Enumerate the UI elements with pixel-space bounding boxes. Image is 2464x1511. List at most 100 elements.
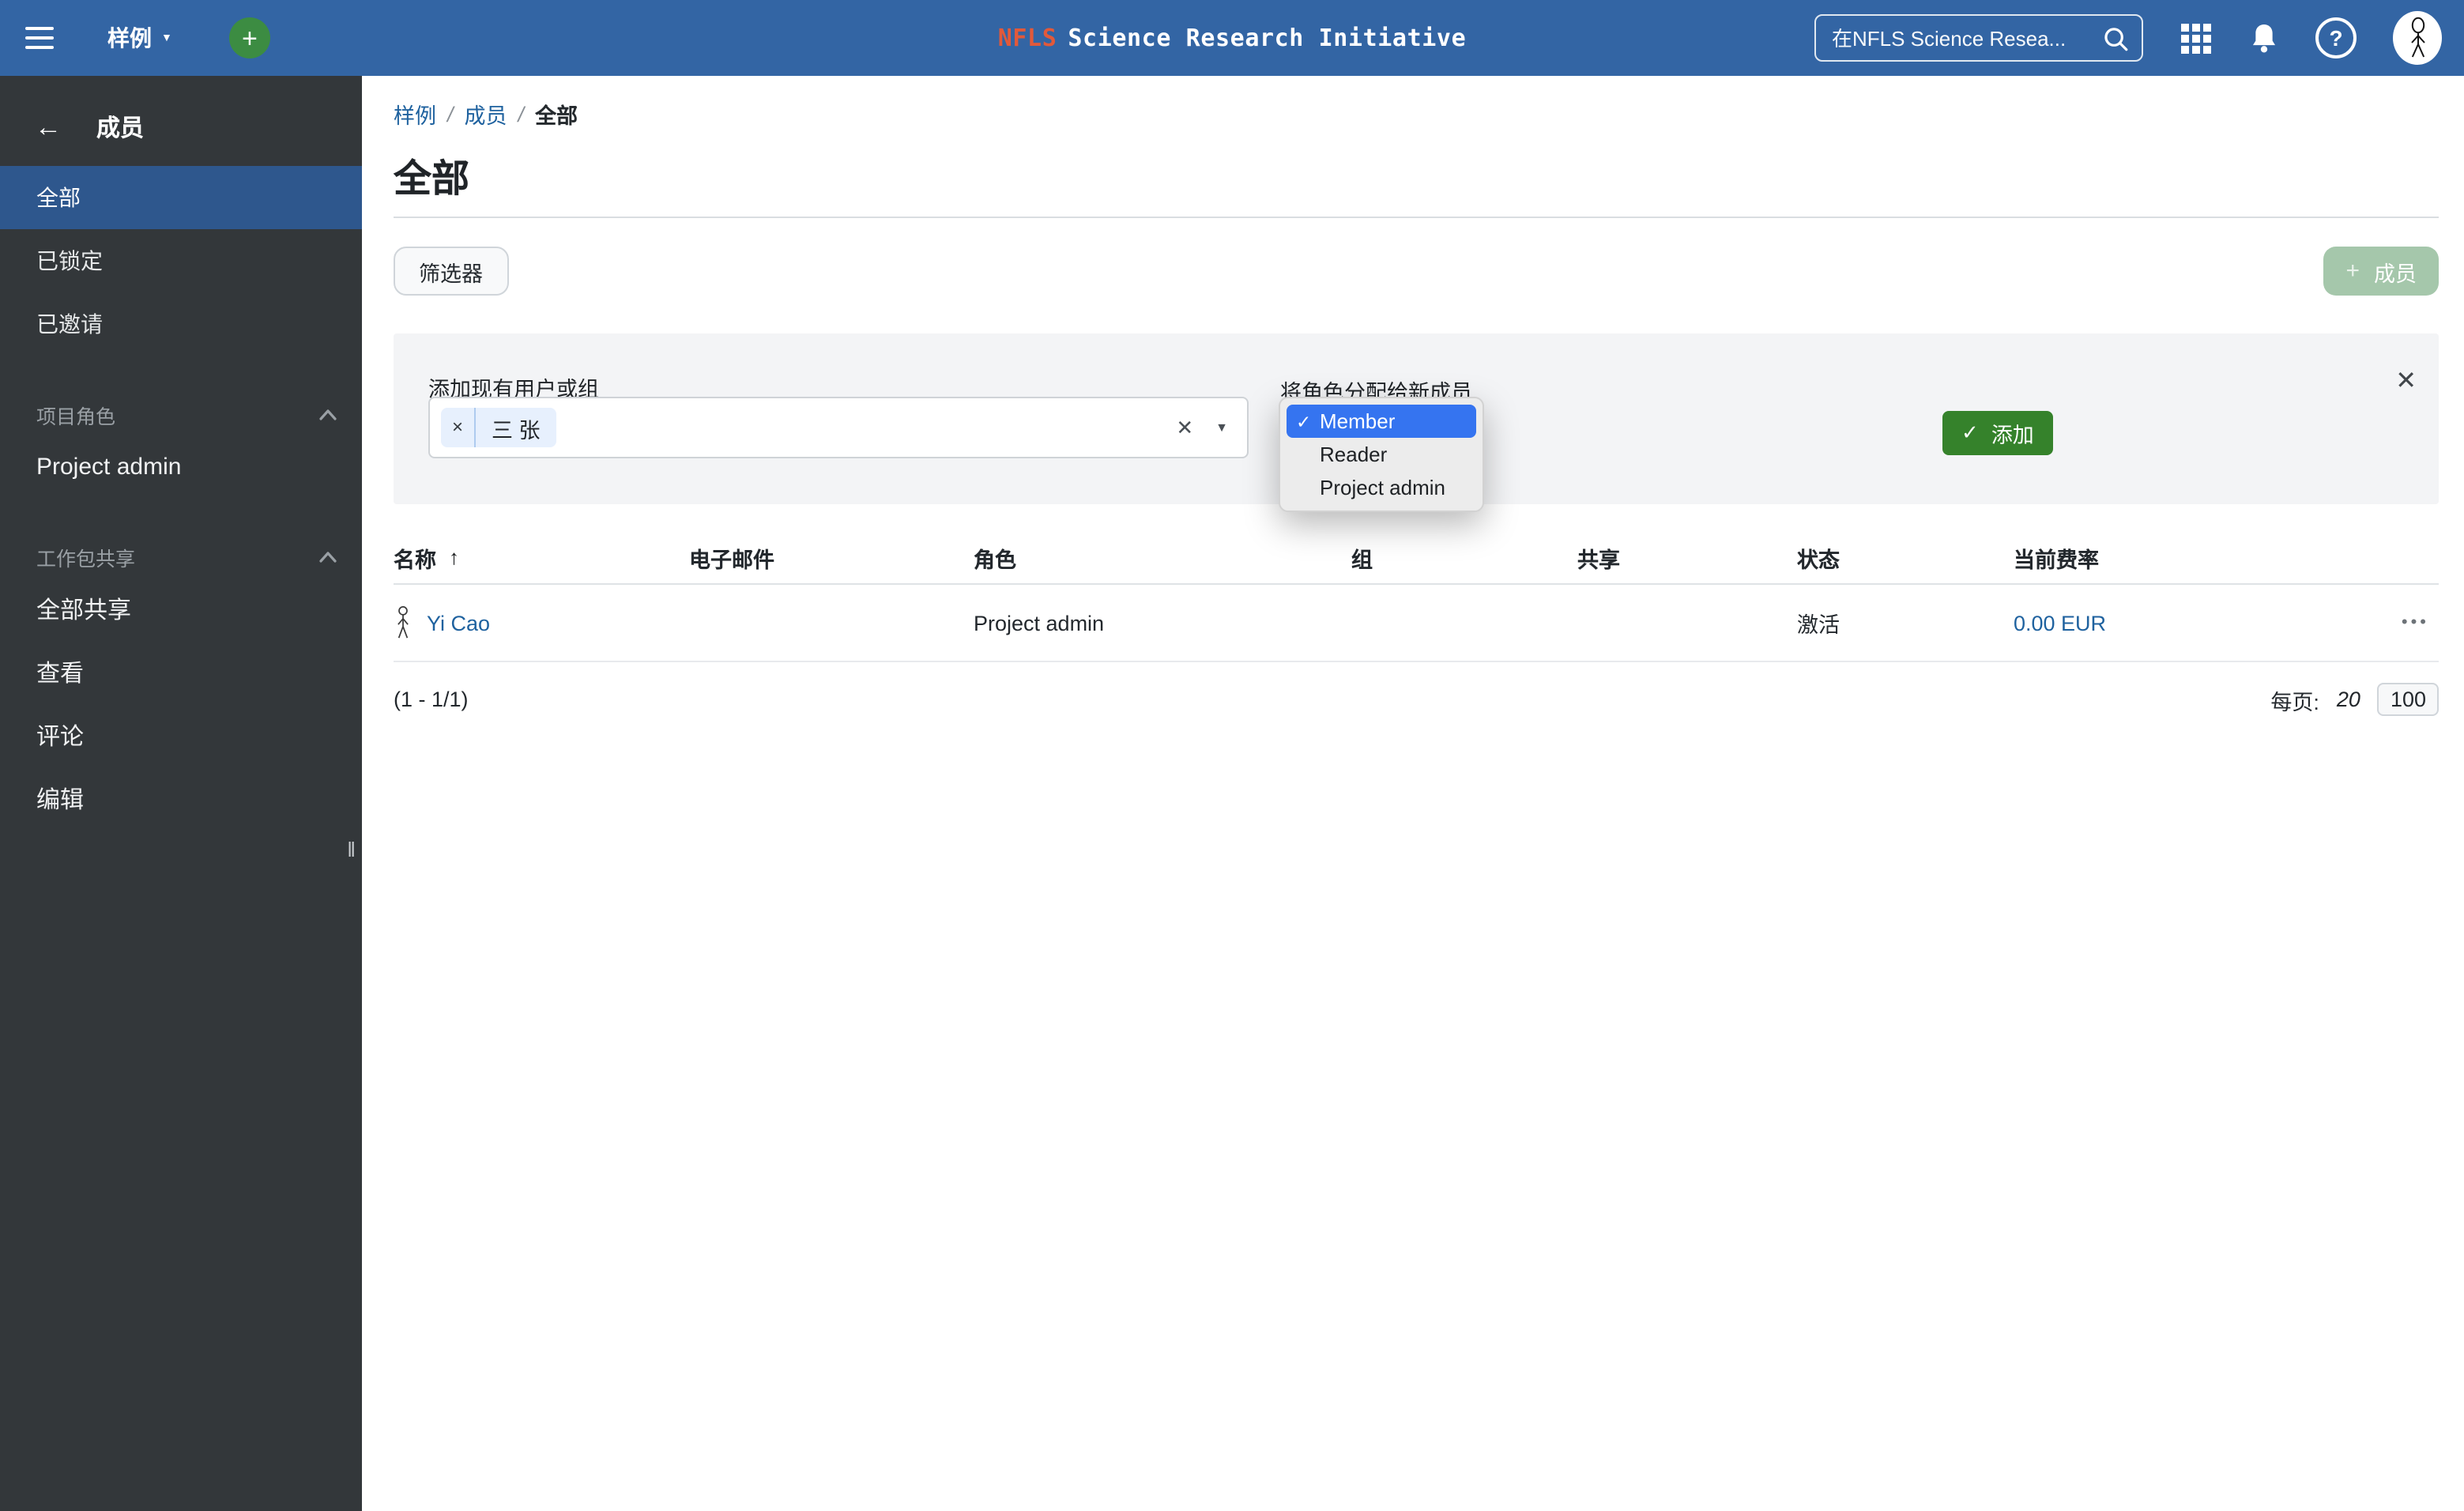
plus-icon: +	[241, 23, 258, 53]
sidebar-item-locked[interactable]: 已锁定	[0, 229, 362, 292]
chip-remove-icon[interactable]: ×	[441, 408, 476, 447]
chevron-up-icon[interactable]	[319, 409, 337, 420]
clear-icon[interactable]: ✕	[1176, 415, 1193, 440]
column-header-role[interactable]: 角色	[974, 541, 1351, 573]
chevron-up-icon[interactable]	[319, 551, 337, 562]
selected-user-chip: × 三 张	[441, 408, 556, 447]
member-rate-link[interactable]: 0.00 EUR	[2014, 611, 2106, 635]
sort-asc-icon: ↑	[449, 545, 459, 569]
check-icon: ✓	[1296, 413, 1312, 432]
per-page-label: 每页:	[2270, 690, 2319, 714]
role-option-member[interactable]: ✓ Member	[1287, 405, 1476, 438]
member-name-cell: Yi Cao	[394, 605, 689, 641]
column-header-share[interactable]: 共享	[1577, 541, 1797, 573]
pagination-range: (1 - 1/1)	[394, 688, 469, 711]
help-icon[interactable]: ?	[2315, 17, 2357, 58]
member-name-link[interactable]: Yi Cao	[427, 611, 490, 635]
global-search[interactable]	[1814, 14, 2143, 62]
logo-text: Science Research Initiative	[1068, 24, 1467, 52]
filter-button-label: 筛选器	[419, 262, 483, 285]
breadcrumb-link-members[interactable]: 成员	[465, 98, 507, 130]
project-switcher[interactable]: 样例 ▼	[85, 0, 194, 76]
column-label: 当前费率	[2014, 548, 2099, 571]
column-label: 状态	[1797, 548, 1840, 571]
close-icon[interactable]: ✕	[2395, 365, 2417, 397]
search-input[interactable]	[1832, 26, 2093, 50]
notifications-bell-icon[interactable]	[2249, 21, 2279, 55]
sidebar-item-project-admin[interactable]: Project admin	[0, 435, 362, 498]
member-rate-cell: 0.00 EUR	[2014, 611, 2360, 635]
logo-accent: NFLS	[997, 24, 1057, 52]
page-title: 全部	[394, 158, 469, 201]
user-stick-figure-icon	[397, 605, 409, 638]
column-label: 共享	[1577, 548, 1620, 571]
main-content: 样例 / 成员 / 全部 全部 筛选器 + 成员 ✕ 添加现有用户或组 × 三 …	[362, 76, 2464, 1511]
row-actions-ellipsis-icon[interactable]: •••	[2360, 613, 2439, 632]
column-label: 电子邮件	[689, 548, 774, 571]
user-select-input[interactable]: × 三 张 ✕ ▼	[428, 397, 1249, 458]
section-label: 工作包共享	[36, 548, 136, 570]
search-icon[interactable]	[2102, 24, 2129, 51]
title-divider	[394, 217, 2439, 218]
sidebar-item-view[interactable]: 查看	[0, 640, 362, 703]
column-header-group[interactable]: 组	[1351, 541, 1577, 573]
member-role-cell: Project admin	[974, 611, 1105, 635]
sidebar-resize-handle[interactable]: ‖	[347, 838, 357, 861]
add-member-panel: ✕ 添加现有用户或组 × 三 张 ✕ ▼ 将角色分配给新成员 ✓ Member	[394, 333, 2439, 512]
per-page-option-100[interactable]: 100	[2377, 683, 2439, 716]
sidebar: ← 成员 全部 已锁定 已邀请 项目角色 Project admin 工作包共享	[0, 76, 362, 1511]
section-label: 项目角色	[36, 405, 116, 428]
sidebar-item-comment[interactable]: 评论	[0, 703, 362, 767]
members-table: 名称 ↑ 电子邮件 角色 组 共享 状态 当前费率 Yi Cao Project…	[394, 531, 2439, 716]
sidebar-item-all[interactable]: 全部	[0, 166, 362, 229]
confirm-add-button[interactable]: ✓ 添加	[1942, 411, 2053, 455]
option-label: Member	[1320, 409, 1396, 433]
sidebar-item-invited[interactable]: 已邀请	[0, 292, 362, 356]
sidebar-title: 成员	[96, 115, 145, 142]
sidebar-section-project-roles: 项目角色	[0, 394, 362, 435]
add-member-button[interactable]: + 成员	[2323, 247, 2439, 296]
column-header-status[interactable]: 状态	[1797, 541, 2014, 573]
sidebar-item-edit[interactable]: 编辑	[0, 767, 362, 830]
sidebar-item-label: 全部	[36, 185, 81, 210]
add-member-label: 成员	[2374, 262, 2417, 285]
column-label: 名称	[394, 548, 436, 571]
option-label: Project admin	[1320, 476, 1445, 499]
breadcrumb: 样例 / 成员 / 全部	[394, 98, 2439, 130]
back-arrow-icon[interactable]: ←	[35, 114, 62, 141]
sidebar-item-shared-all[interactable]: 全部共享	[0, 577, 362, 640]
hamburger-menu-icon[interactable]	[22, 11, 85, 65]
sidebar-section-wp-shares: 工作包共享	[0, 536, 362, 577]
top-bar: 样例 ▼ + NFLS Science Research Initiative	[0, 0, 2464, 76]
role-option-reader[interactable]: Reader	[1287, 438, 1476, 471]
sidebar-item-label: 已锁定	[36, 248, 103, 273]
sidebar-item-label: 已邀请	[36, 311, 103, 337]
column-header-name[interactable]: 名称 ↑	[394, 541, 689, 573]
plus-icon: +	[2345, 258, 2360, 284]
table-header-row: 名称 ↑ 电子邮件 角色 组 共享 状态 当前费率	[394, 531, 2439, 585]
confirm-add-label: 添加	[1991, 424, 2034, 447]
column-header-email[interactable]: 电子邮件	[689, 541, 974, 573]
sidebar-item-label: 编辑	[36, 786, 85, 813]
modules-grid-icon[interactable]	[2180, 21, 2213, 55]
column-header-rate[interactable]: 当前费率	[2014, 541, 2360, 573]
breadcrumb-current: 全部	[535, 104, 578, 128]
global-add-button[interactable]: +	[228, 17, 270, 58]
question-mark: ?	[2329, 25, 2343, 51]
filter-button[interactable]: 筛选器	[394, 247, 508, 296]
column-label: 角色	[974, 548, 1016, 571]
user-avatar[interactable]	[2393, 11, 2442, 65]
role-option-project-admin[interactable]: Project admin	[1287, 471, 1476, 504]
column-label: 组	[1351, 548, 1373, 571]
option-label: Reader	[1320, 443, 1388, 466]
chip-label: 三 张	[492, 418, 541, 442]
sidebar-item-label: 查看	[36, 660, 85, 687]
member-status-cell: 激活	[1797, 613, 1840, 637]
sidebar-item-label: Project admin	[36, 453, 182, 480]
role-dropdown-menu: ✓ Member Reader Project admin	[1279, 397, 1484, 512]
chevron-down-icon[interactable]: ▼	[1215, 420, 1228, 435]
table-row: Yi Cao Project admin 激活 0.00 EUR •••	[394, 585, 2439, 662]
sidebar-item-label: 全部共享	[36, 597, 132, 624]
breadcrumb-link-project[interactable]: 样例	[394, 98, 436, 130]
per-page-option-20[interactable]: 20	[2337, 688, 2360, 711]
